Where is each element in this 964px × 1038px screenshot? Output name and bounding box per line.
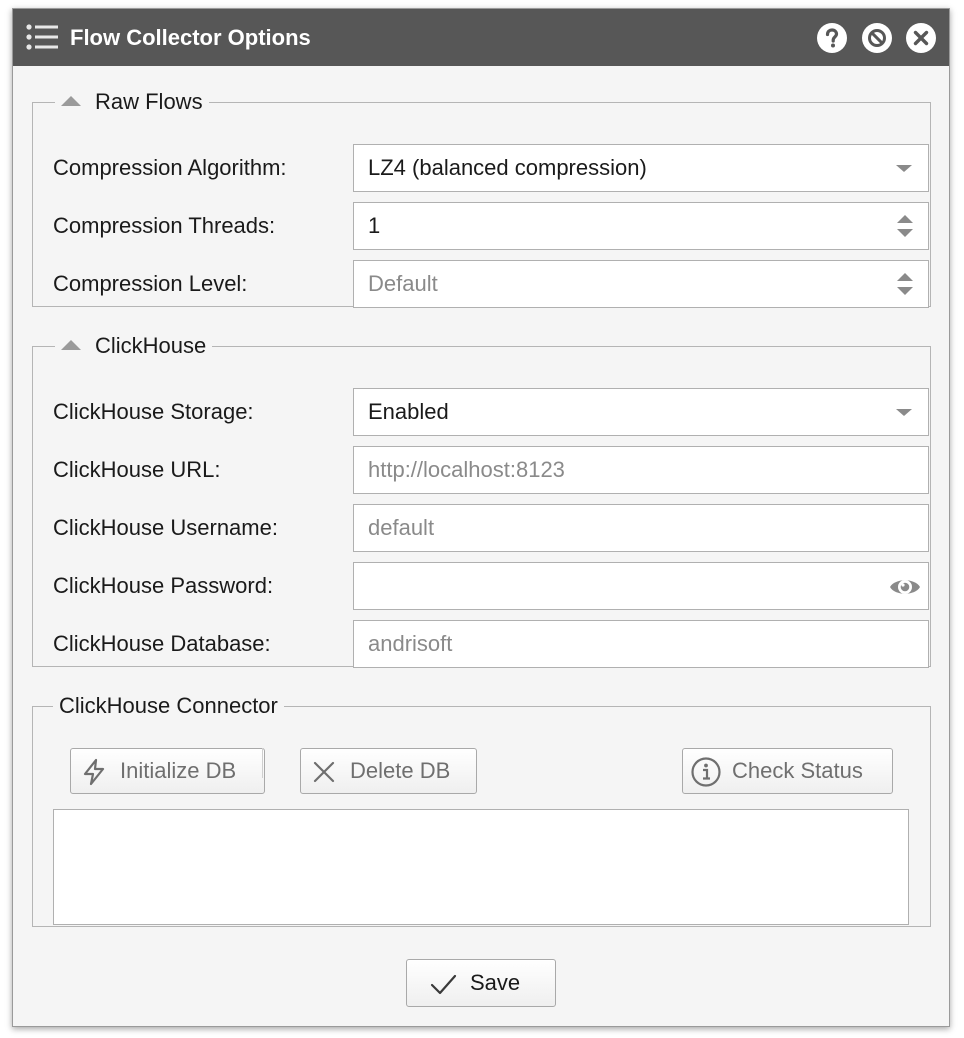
spin-down-icon[interactable] (897, 229, 913, 237)
info-circle-icon (691, 757, 721, 787)
checkmark-icon (430, 974, 457, 995)
save-button[interactable]: Save (406, 959, 556, 1007)
compression-threads-value: 1 (368, 213, 381, 238)
chevron-down-icon[interactable] (896, 409, 912, 416)
delete-db-button[interactable]: Delete DB (300, 748, 477, 794)
collapse-arrow-icon[interactable] (61, 96, 81, 106)
clickhouse-storage-label: ClickHouse Storage: (53, 399, 254, 424)
chevron-down-icon[interactable] (896, 165, 912, 172)
compression-algorithm-select[interactable]: LZ4 (balanced compression) (353, 144, 929, 192)
compression-threads-spinner[interactable]: 1 (353, 202, 929, 250)
clickhouse-legend-text: ClickHouse (95, 333, 207, 358)
compression-level-placeholder: Default (368, 271, 438, 296)
raw-flows-legend[interactable]: Raw Flows (55, 89, 209, 115)
raw-flows-group: Raw Flows Compression Algorithm: LZ4 (ba… (32, 89, 931, 308)
ban-circle-icon (868, 29, 886, 47)
check-status-label: Check Status (732, 758, 863, 783)
compression-algorithm-value: LZ4 (balanced compression) (368, 155, 647, 180)
lightning-icon (83, 758, 105, 786)
question-circle-icon (825, 28, 839, 48)
toolbar-separator (262, 748, 263, 778)
close-button[interactable] (906, 23, 936, 53)
clickhouse-group: ClickHouse ClickHouse Storage: Enabled C… (32, 333, 931, 668)
initialize-db-button[interactable]: Initialize DB (70, 748, 265, 794)
spin-up-icon[interactable] (897, 215, 913, 223)
clickhouse-connector-legend: ClickHouse Connector (59, 693, 278, 718)
compression-algorithm-label: Compression Algorithm: (53, 155, 287, 180)
compression-threads-label: Compression Threads: (53, 213, 276, 238)
raw-flows-legend-text: Raw Flows (95, 89, 203, 114)
compression-level-label: Compression Level: (53, 271, 248, 296)
delete-db-label: Delete DB (350, 758, 451, 783)
connector-output-area[interactable] (53, 809, 909, 925)
compression-level-spinner[interactable]: Default (353, 260, 929, 308)
minimize-button[interactable] (862, 23, 892, 53)
check-status-button[interactable]: Check Status (682, 748, 893, 794)
clickhouse-storage-value: Enabled (368, 399, 449, 424)
close-circle-icon (913, 30, 929, 46)
clickhouse-storage-select[interactable]: Enabled (353, 388, 929, 436)
clickhouse-url-input[interactable]: http://localhost:8123 (353, 446, 929, 494)
clickhouse-database-placeholder: andrisoft (368, 631, 453, 656)
dialog-title: Flow Collector Options (70, 25, 311, 50)
dialog-titlebar: Flow Collector Options (13, 9, 949, 66)
collapse-arrow-icon[interactable] (61, 340, 81, 350)
clickhouse-url-label: ClickHouse URL: (53, 457, 221, 482)
close-x-icon (313, 761, 335, 783)
clickhouse-username-input[interactable]: default (353, 504, 929, 552)
clickhouse-username-placeholder: default (368, 515, 435, 540)
clickhouse-url-placeholder: http://localhost:8123 (368, 457, 565, 482)
spin-up-icon[interactable] (897, 273, 913, 281)
eye-icon[interactable] (888, 572, 922, 602)
clickhouse-password-input[interactable] (353, 562, 929, 610)
flow-collector-options-dialog: Flow Collector Options Raw Flows Compres… (12, 8, 950, 1027)
spin-down-icon[interactable] (897, 287, 913, 295)
clickhouse-password-label: ClickHouse Password: (53, 573, 274, 598)
initialize-db-label: Initialize DB (120, 758, 237, 783)
clickhouse-legend[interactable]: ClickHouse (55, 333, 212, 359)
clickhouse-username-label: ClickHouse Username: (53, 515, 278, 540)
clickhouse-connector-group: ClickHouse Connector Initialize DB Delet… (32, 693, 931, 927)
clickhouse-database-input[interactable]: andrisoft (353, 620, 929, 668)
list-menu-icon (26, 24, 58, 50)
help-button[interactable] (817, 23, 847, 53)
clickhouse-database-label: ClickHouse Database: (53, 631, 271, 656)
save-label: Save (470, 970, 521, 995)
